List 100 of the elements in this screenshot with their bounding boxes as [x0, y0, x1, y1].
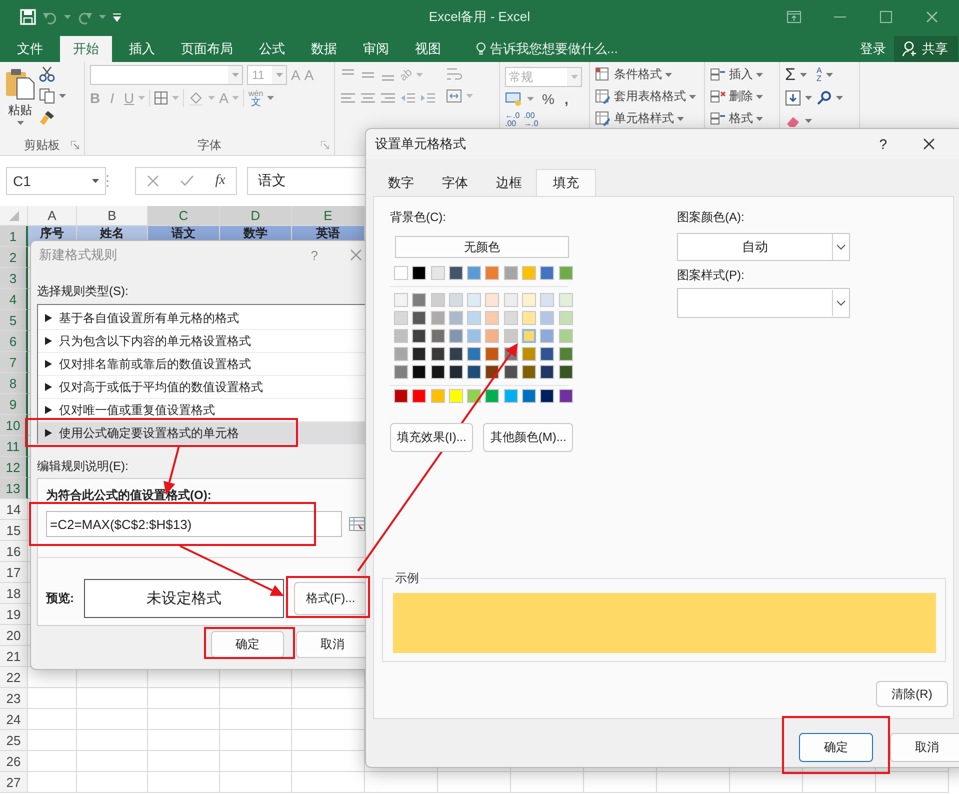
dialog-button[interactable]: 确定: [211, 631, 284, 658]
row-number[interactable]: 20: [0, 625, 28, 646]
tab[interactable]: 字体: [428, 169, 482, 196]
paste-button[interactable]: 粘贴: [5, 66, 35, 135]
color-swatch[interactable]: [412, 347, 426, 361]
autosum-button[interactable]: Σ: [785, 65, 796, 85]
dialog-launcher-icon[interactable]: [71, 141, 79, 149]
sort-button[interactable]: A Z: [816, 67, 822, 83]
color-swatch[interactable]: [558, 311, 573, 325]
ribbon-tab[interactable]: 数据: [298, 36, 350, 62]
row-number[interactable]: 13: [0, 478, 28, 499]
insert-cells-icon[interactable]: [710, 67, 726, 82]
row-number[interactable]: 2: [0, 247, 28, 268]
comma-button[interactable]: ,: [564, 91, 568, 107]
row-number[interactable]: 18: [0, 583, 28, 604]
row-number[interactable]: 19: [0, 604, 28, 625]
decimal-button[interactable]: ←.0 .00: [505, 112, 520, 128]
color-swatch[interactable]: [522, 329, 536, 343]
close-icon[interactable]: [923, 138, 935, 150]
row-number[interactable]: 14: [0, 499, 28, 520]
color-swatch[interactable]: [540, 329, 554, 343]
ribbon-tab[interactable]: 开始: [60, 36, 112, 62]
ribbon-tab[interactable]: 公式: [246, 36, 298, 62]
color-swatch[interactable]: [467, 293, 482, 307]
row-number[interactable]: 15: [0, 520, 28, 541]
maximize-icon[interactable]: [880, 11, 892, 23]
insert-function-button[interactable]: fx: [215, 173, 226, 189]
row-number[interactable]: 26: [0, 751, 28, 772]
fill-effects-button[interactable]: 填充效果(I)...: [390, 423, 474, 452]
chevron-down-icon[interactable]: [836, 300, 846, 306]
color-swatch[interactable]: [504, 329, 518, 343]
align-left-icon[interactable]: [340, 91, 356, 105]
color-swatch[interactable]: [467, 365, 482, 379]
row-number[interactable]: 16: [0, 541, 28, 562]
color-swatch[interactable]: [485, 329, 500, 343]
share-button[interactable]: 共享: [894, 36, 958, 62]
scissors-icon[interactable]: [39, 66, 55, 82]
column-header[interactable]: E: [292, 206, 365, 226]
color-swatch[interactable]: [558, 365, 573, 379]
ribbon-tab[interactable]: 页面布局: [168, 36, 246, 62]
row-number[interactable]: 22: [0, 667, 28, 688]
color-swatch[interactable]: [540, 266, 554, 280]
font-name-field[interactable]: [90, 65, 243, 85]
color-swatch[interactable]: [558, 389, 573, 403]
color-swatch[interactable]: [467, 347, 482, 361]
row-number[interactable]: 17: [0, 562, 28, 583]
paint-bucket-icon[interactable]: [188, 90, 204, 106]
borders-icon[interactable]: [154, 91, 168, 105]
cell-style-icon[interactable]: [595, 111, 611, 126]
color-swatch[interactable]: [412, 365, 426, 379]
chevron-down-icon[interactable]: [836, 244, 846, 250]
row-number[interactable]: 27: [0, 772, 28, 793]
wrap-text-icon[interactable]: [446, 66, 462, 82]
color-swatch[interactable]: [394, 365, 408, 379]
color-swatch[interactable]: [394, 329, 408, 343]
color-swatch[interactable]: [558, 347, 573, 361]
fill-down-icon[interactable]: [785, 90, 801, 106]
color-swatch[interactable]: [504, 311, 518, 325]
row-number[interactable]: 11: [0, 436, 28, 457]
help-button[interactable]: ?: [879, 136, 887, 152]
column-header[interactable]: A: [28, 206, 77, 226]
no-color-button[interactable]: 无颜色: [395, 236, 569, 258]
phonetic-guide-button[interactable]: wén 文: [248, 89, 264, 107]
column-header[interactable]: C: [148, 206, 220, 226]
column-header[interactable]: D: [220, 206, 292, 226]
currency-icon[interactable]: [505, 92, 523, 106]
range-picker-icon[interactable]: [349, 517, 365, 531]
style-menu-button[interactable]: 条件格式: [595, 66, 699, 83]
minimize-icon[interactable]: [834, 16, 846, 18]
color-swatch[interactable]: [448, 329, 463, 343]
color-swatch[interactable]: [540, 347, 554, 361]
color-swatch[interactable]: [467, 266, 482, 280]
tab[interactable]: 边框: [482, 169, 536, 196]
row-number[interactable]: 10: [0, 415, 28, 436]
color-swatch[interactable]: [558, 266, 573, 280]
format-button[interactable]: 格式(F)...: [294, 582, 367, 615]
pattern-color-dropdown[interactable]: 自动: [677, 233, 850, 261]
color-swatch[interactable]: [448, 347, 463, 361]
color-swatch[interactable]: [412, 329, 426, 343]
more-colors-button[interactable]: 其他颜色(M)...: [483, 423, 574, 452]
conditional-format-icon[interactable]: [595, 67, 611, 82]
row-number[interactable]: 4: [0, 289, 28, 310]
color-swatch[interactable]: [522, 389, 536, 403]
format-cells-icon[interactable]: [710, 111, 726, 126]
color-swatch[interactable]: [485, 266, 500, 280]
color-swatch[interactable]: [394, 266, 408, 280]
column-header[interactable]: B: [77, 206, 148, 226]
color-swatch[interactable]: [540, 365, 554, 379]
row-number[interactable]: 24: [0, 709, 28, 730]
color-swatch[interactable]: [430, 293, 445, 307]
color-swatch[interactable]: [485, 311, 500, 325]
delete-cells-icon[interactable]: [710, 89, 726, 104]
color-swatch[interactable]: [485, 389, 500, 403]
color-swatch[interactable]: [430, 266, 445, 280]
clear-button[interactable]: 清除(R): [876, 681, 948, 707]
color-swatch[interactable]: [430, 311, 445, 325]
color-swatch[interactable]: [448, 293, 463, 307]
checkmark-icon[interactable]: [180, 175, 194, 187]
dialog-button[interactable]: 取消: [890, 733, 959, 762]
color-swatch[interactable]: [540, 389, 554, 403]
